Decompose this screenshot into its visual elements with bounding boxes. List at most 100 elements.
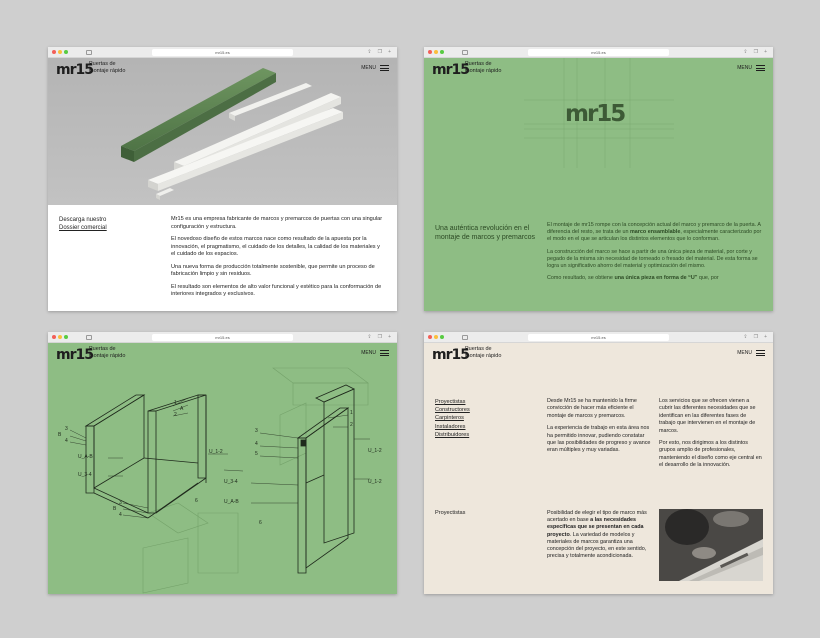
diagram-label: 3 <box>255 428 258 434</box>
menu-button[interactable]: MENU <box>737 350 765 356</box>
browser-window-home: mr15.es ⇪ ❐ + mr15 Puertas de montaje rá… <box>48 47 397 311</box>
diagram-label: B <box>58 432 62 438</box>
diagram-label: 1 <box>350 410 353 416</box>
services-paragraph: Los servicios que se ofrecen vienen a cu… <box>659 398 756 434</box>
tagline-line: Puertas de <box>465 346 492 352</box>
close-window-button[interactable] <box>428 50 432 54</box>
minimize-window-button[interactable] <box>58 50 62 54</box>
tabs-icon[interactable]: ❐ <box>378 334 382 340</box>
address-bar[interactable]: mr15.es <box>152 334 293 341</box>
hero-image: mr15 Puertas de montaje rápido MENU <box>48 58 397 205</box>
browser-window-concept: mr15.es ⇪ ❐ + mr15 Puertas de montaje rápid… <box>424 47 773 311</box>
sidebar-toggle-icon[interactable] <box>462 50 468 55</box>
new-tab-icon[interactable]: + <box>388 49 391 55</box>
hamburger-icon <box>380 65 389 71</box>
close-window-button[interactable] <box>52 335 56 339</box>
share-icon[interactable]: ⇪ <box>367 49 371 55</box>
about-paragraph: La experiencia de trabajo en esta área n… <box>547 425 651 454</box>
menu-button[interactable]: MENU <box>737 65 765 71</box>
sidebar-toggle-icon[interactable] <box>462 335 468 340</box>
work-photo <box>659 509 763 581</box>
drafting-photo <box>659 509 763 581</box>
address-bar[interactable]: mr15.es <box>528 49 669 56</box>
maximize-window-button[interactable] <box>440 335 444 339</box>
new-tab-icon[interactable]: + <box>764 49 767 55</box>
tagline: Puertas de montaje rápido <box>89 61 125 75</box>
section-label: Proyectistas <box>435 510 466 516</box>
diagram-label: B <box>113 506 117 512</box>
maximize-window-button[interactable] <box>64 50 68 54</box>
services-column: Los servicios que se ofrecen vienen a cu… <box>659 398 764 475</box>
concept-paragraph: La construcción del marco se hace a part… <box>547 248 758 270</box>
diagram-label: 6 <box>259 520 262 526</box>
sidebar-toggle-icon[interactable] <box>86 50 92 55</box>
text-run: Como resultado, se obtiene <box>547 275 615 282</box>
hamburger-icon <box>756 65 765 71</box>
text-emphasis: una única pieza en forma de “U” <box>614 275 698 282</box>
nav-link-instaladores[interactable]: Instaladores <box>435 423 470 431</box>
download-label: Descarga nuestro <box>59 217 107 223</box>
menu-label: MENU <box>737 65 752 71</box>
maximize-window-button[interactable] <box>64 335 68 339</box>
logo[interactable]: mr15 <box>56 62 94 78</box>
diagram-label: A <box>180 406 184 412</box>
share-icon[interactable]: ⇪ <box>743 334 747 340</box>
address-bar[interactable]: mr15.es <box>528 334 669 341</box>
diagram-label: U_1-2 <box>368 479 382 485</box>
tagline-line: Puertas de <box>89 61 116 67</box>
download-block: Descarga nuestro Dossier comercial <box>59 216 107 232</box>
diagram-label: 5 <box>255 451 258 457</box>
text-emphasis: marco ensamblable <box>630 229 681 236</box>
diagram-label: U_1-2 <box>209 449 223 455</box>
minimize-window-button[interactable] <box>58 335 62 339</box>
browser-toolbar: mr15.es ⇪ ❐ + <box>424 332 773 343</box>
tabs-icon[interactable]: ❐ <box>754 49 758 55</box>
browser-window-services: mr15.es ⇪ ❐ + mr15 Puertas de montaje rápid… <box>424 332 773 594</box>
large-logo: mr15 <box>565 101 626 127</box>
diagram-label: 4 <box>119 512 122 518</box>
diagram-label: 1 <box>174 400 177 406</box>
diagram-label: U_A-B <box>78 454 93 460</box>
address-bar[interactable]: mr15.es <box>152 49 293 56</box>
diagram-label: 4 <box>65 438 68 444</box>
minimize-window-button[interactable] <box>434 50 438 54</box>
about-paragraph: Desde Mr15 se ha mantenido la firme conv… <box>547 398 637 419</box>
share-icon[interactable]: ⇪ <box>743 49 747 55</box>
nav-link-proyectistas[interactable]: Proyectistas <box>435 398 470 406</box>
nav-link-constructores[interactable]: Constructores <box>435 406 470 414</box>
close-window-button[interactable] <box>52 50 56 54</box>
menu-label: MENU <box>361 65 376 71</box>
dossier-link[interactable]: Dossier comercial <box>59 224 107 232</box>
logo[interactable]: mr15 <box>432 62 470 78</box>
maximize-window-button[interactable] <box>440 50 444 54</box>
tabs-icon[interactable]: ❐ <box>754 334 758 340</box>
close-window-button[interactable] <box>428 335 432 339</box>
menu-button[interactable]: MENU <box>361 65 389 71</box>
concept-paragraph: El montaje de mr15 rompe con la concepci… <box>547 222 763 244</box>
hamburger-icon <box>756 350 765 356</box>
share-icon[interactable]: ⇪ <box>367 334 371 340</box>
about-column: Desde Mr15 se ha mantenido la firme conv… <box>547 398 651 460</box>
nav-link-distribuidores[interactable]: Distribuidores <box>435 431 470 439</box>
services-paragraph: Por esto, nos dirigimos a los distintos … <box>659 440 762 469</box>
diagram-label: 2 <box>174 412 177 418</box>
browser-toolbar: mr15.es ⇪ ❐ + <box>48 332 397 343</box>
concept-text: El montaje de mr15 rompe con la concepci… <box>547 222 763 287</box>
tagline: Puertas de montaje rápido <box>465 346 501 360</box>
diagram-label: 3 <box>119 500 122 506</box>
minimize-window-button[interactable] <box>434 335 438 339</box>
concept-paragraph: Como resultado, se obtiene una única pie… <box>547 275 763 282</box>
logo[interactable]: mr15 <box>432 347 470 363</box>
text-run: que, por <box>697 275 719 282</box>
new-tab-icon[interactable]: + <box>388 334 391 340</box>
tabs-icon[interactable]: ❐ <box>378 49 382 55</box>
diagram-label: 3 <box>65 426 68 432</box>
diagram-label: 6 <box>195 498 198 504</box>
new-tab-icon[interactable]: + <box>764 334 767 340</box>
intro-section: Descarga nuestro Dossier comercial Mr15 … <box>48 205 397 311</box>
menu-label: MENU <box>737 350 752 356</box>
nav-link-carpinteros[interactable]: Carpinteros <box>435 414 470 422</box>
sidebar-toggle-icon[interactable] <box>86 335 92 340</box>
diagram-label: U_A-B <box>224 499 239 505</box>
intro-paragraph: Mr15 es una empresa fabricante de marcos… <box>171 216 383 230</box>
